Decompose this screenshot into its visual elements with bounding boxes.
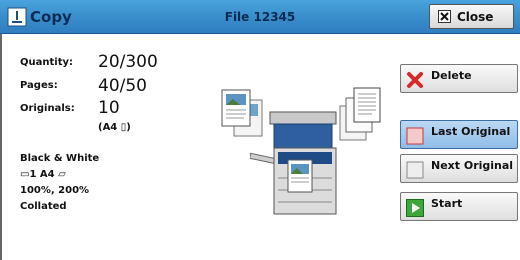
originals-label: Originals: <box>20 103 75 114</box>
output-setting: Collated <box>20 201 67 212</box>
originals-size: (A4 ▯) <box>98 122 131 133</box>
last-original-label: Last Original <box>431 125 511 138</box>
zoom-setting: 100%, 200% <box>20 185 90 196</box>
checkbox-checked-icon <box>406 127 424 145</box>
delete-button[interactable]: Delete <box>400 64 518 93</box>
pages-label: Pages: <box>20 80 58 91</box>
delete-x-icon <box>407 72 423 88</box>
copy-status-panel: Quantity: 20/300 Pages: 40/50 Originals:… <box>0 34 520 260</box>
close-button[interactable]: Close <box>429 4 514 29</box>
next-original-button[interactable]: Next Original <box>400 154 518 183</box>
pages-value: 40/50 <box>98 76 147 96</box>
output-documents-icon <box>339 87 381 141</box>
checkbox-unchecked-icon <box>406 161 424 179</box>
tray-size: ▭1 A4 ▱ <box>20 169 66 180</box>
quantity-value: 20/300 <box>98 52 158 72</box>
delete-label: Delete <box>431 69 472 82</box>
last-original-button[interactable]: Last Original <box>400 120 518 149</box>
color-mode: Black & White <box>20 153 100 164</box>
title-bar: Copy File 12345 Close <box>0 0 520 34</box>
start-play-icon <box>406 199 424 217</box>
originals-value: 10 <box>98 98 120 118</box>
start-label: Start <box>431 197 463 210</box>
close-icon <box>438 10 451 23</box>
copier-machine-icon <box>250 111 337 215</box>
close-label: Close <box>457 9 494 24</box>
next-original-label: Next Original <box>431 159 514 172</box>
quantity-label: Quantity: <box>20 57 73 68</box>
start-button[interactable]: Start <box>400 192 518 221</box>
